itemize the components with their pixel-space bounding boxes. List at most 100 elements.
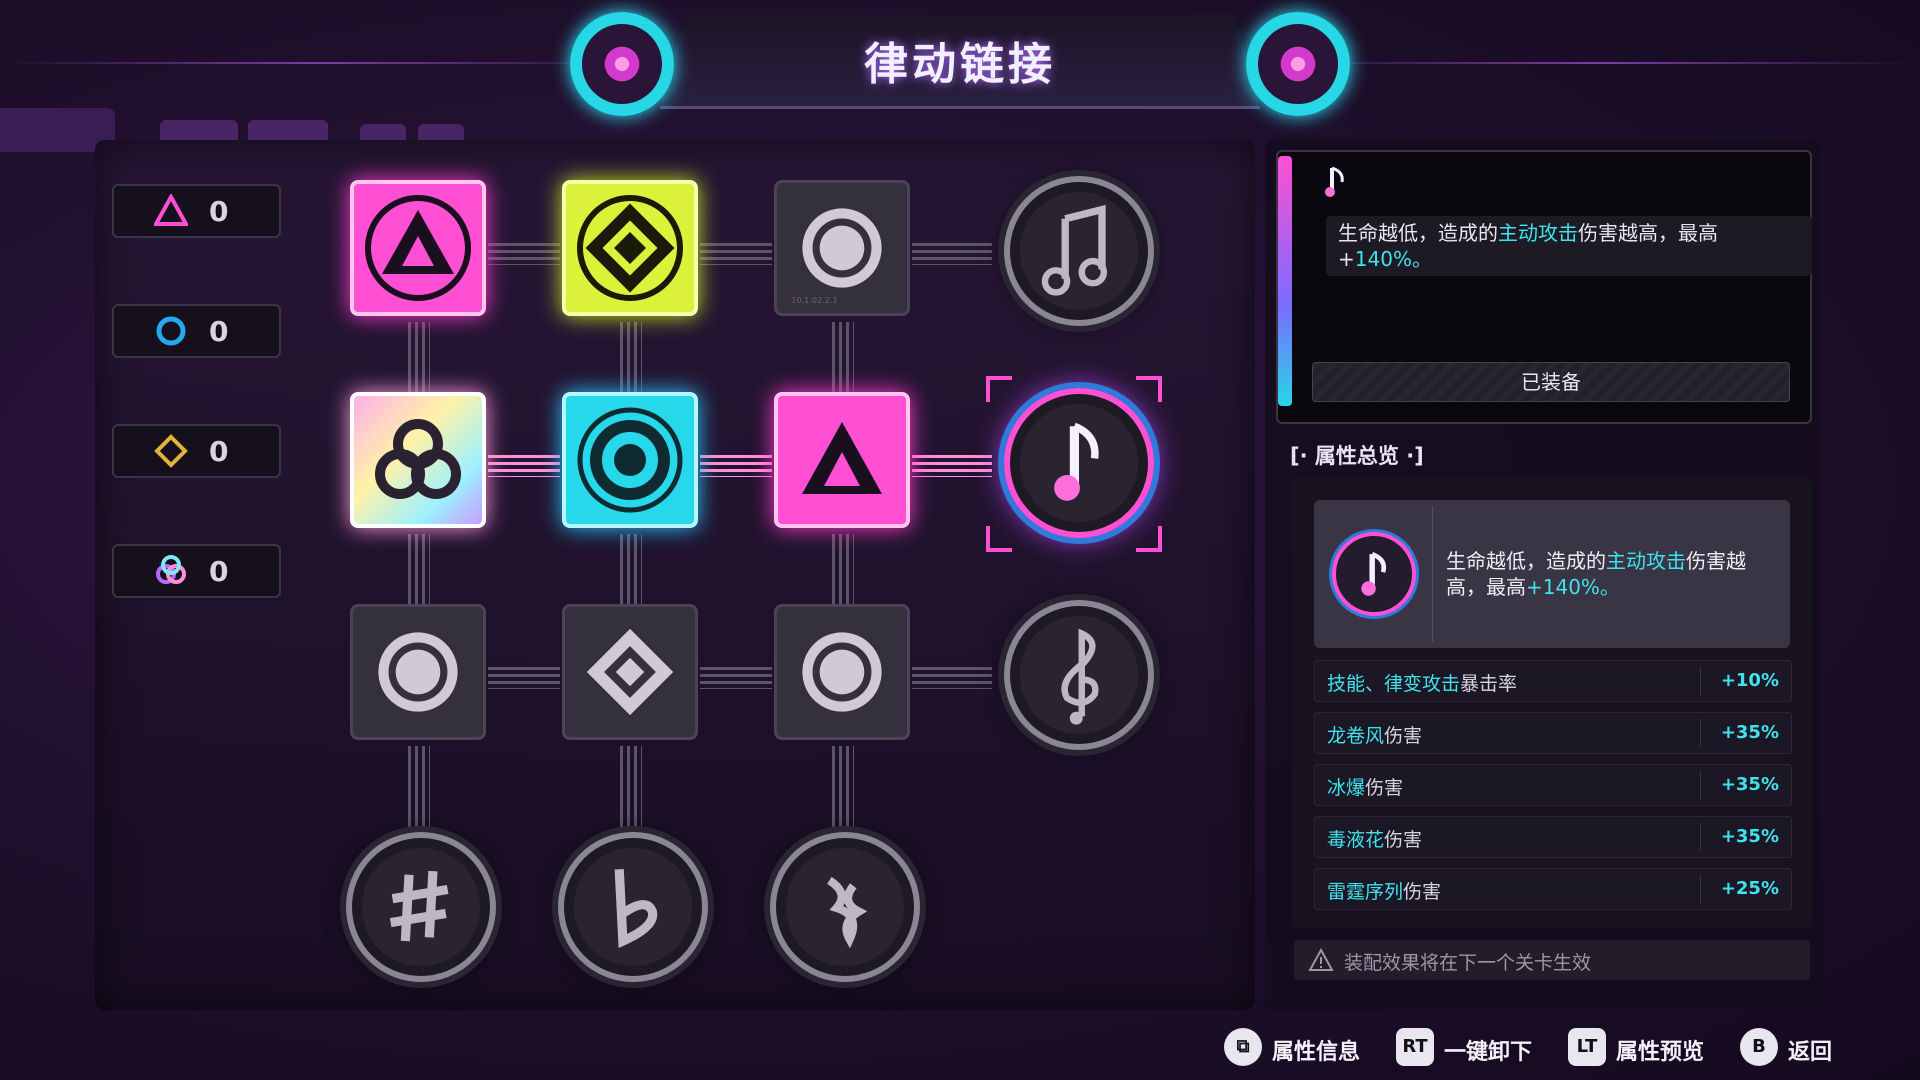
link-connector — [620, 534, 642, 608]
counter-value: 0 — [209, 315, 229, 348]
chip-triangle-tile[interactable] — [774, 392, 910, 528]
stat-name: 毒液花伤害 — [1327, 829, 1423, 851]
stat-row: 龙卷风伤害 +35% — [1314, 712, 1792, 754]
eighth-note-icon — [1361, 551, 1386, 596]
eighth-note-icon — [1325, 166, 1344, 197]
effect-value: +140%。 — [1526, 575, 1620, 599]
counter-value: 0 — [209, 435, 229, 468]
chip-triangle-tile[interactable] — [350, 180, 486, 316]
top-tab — [248, 120, 328, 142]
link-connector — [832, 746, 854, 828]
counter-tri-flower: 0 — [112, 544, 281, 598]
desc-highlight: 主动攻击 — [1498, 221, 1578, 245]
stat-value: +25% — [1720, 878, 1779, 899]
notice-bar: 装配效果将在下一个关卡生效 — [1294, 940, 1810, 980]
view-toggle-key-icon: ⧉ — [1224, 1028, 1262, 1066]
empty-ring-slot[interactable] — [774, 604, 910, 740]
link-connector — [832, 322, 854, 396]
effect-highlight: 主动攻击 — [1606, 549, 1686, 573]
treble-clef-disc[interactable] — [1004, 600, 1154, 750]
music-note-disc[interactable] — [1004, 176, 1154, 326]
selected-music-note-disc[interactable] — [1004, 388, 1154, 538]
selection-bracket — [986, 376, 1012, 402]
triangle-logo-icon — [802, 422, 882, 494]
equipped-button[interactable]: 已装备 — [1312, 362, 1790, 402]
header-line-right — [1280, 62, 1920, 64]
sharp-disc[interactable] — [346, 832, 496, 982]
link-connector-active — [700, 455, 772, 477]
stat-value: +35% — [1720, 722, 1779, 743]
music-note-icon — [1041, 204, 1108, 296]
counter-triangle: 0 — [112, 184, 281, 238]
link-connector-active — [488, 455, 560, 477]
title-ring-right-icon — [1246, 12, 1350, 116]
title-ring-left-icon — [570, 12, 674, 116]
hint-back[interactable]: B 返回 — [1740, 1028, 1850, 1068]
selection-bracket — [1136, 376, 1162, 402]
link-connector-active — [912, 455, 992, 477]
sharp-icon — [389, 870, 449, 942]
link-connector — [620, 746, 642, 828]
link-connector — [620, 322, 642, 396]
ring-icon — [802, 632, 882, 712]
rt-key-icon: RT — [1396, 1028, 1434, 1066]
link-connector — [408, 746, 430, 828]
effect-description: 生命越低，造成的主动攻击伤害越高，最高+140%。 — [1446, 548, 1776, 600]
chip-description: 生命越低，造成的主动攻击伤害越高，最高+140%。 — [1326, 216, 1812, 276]
diamond-logo-icon — [577, 195, 683, 301]
counter-diamond: 0 — [112, 424, 281, 478]
rest-disc[interactable] — [770, 832, 920, 982]
stat-name: 龙卷风伤害 — [1327, 725, 1423, 747]
triangle-logo-icon — [365, 195, 471, 301]
warning-icon — [1308, 948, 1334, 971]
stat-row: 冰爆伤害 +35% — [1314, 764, 1792, 806]
ring-icon — [156, 316, 186, 346]
stat-row: 毒液花伤害 +35% — [1314, 816, 1792, 858]
page-title: 律动链接 — [864, 39, 1056, 90]
chip-ring-tile[interactable] — [562, 392, 698, 528]
tile-caption: 10.1.02.2.1 — [791, 295, 837, 305]
lt-key-icon: LT — [1568, 1028, 1606, 1066]
stat-row: 技能、律变攻击暴击率 +10% — [1314, 660, 1792, 702]
eighth-note-icon — [1054, 422, 1099, 501]
chip-tri-flower-tile[interactable] — [350, 392, 486, 528]
link-connector — [488, 243, 560, 265]
effect-text: 生命越低，造成的 — [1446, 549, 1606, 573]
ring-icon — [577, 407, 683, 513]
stat-name: 冰爆伤害 — [1327, 777, 1404, 799]
link-connector — [700, 243, 772, 265]
link-connector — [912, 667, 992, 689]
selection-bracket — [1136, 526, 1162, 552]
hint-attribute-info[interactable]: ⧉ 属性信息 — [1224, 1028, 1374, 1068]
hint-unequip-all[interactable]: RT 一键卸下 — [1396, 1028, 1546, 1068]
stat-name: 雷霆序列伤害 — [1327, 881, 1442, 903]
b-key-icon: B — [1740, 1028, 1778, 1066]
hint-label: 一键卸下 — [1444, 1040, 1533, 1065]
link-connector — [488, 667, 560, 689]
ring-icon: 10.1.02.2.1 — [791, 208, 882, 305]
section-title: [· 属性总览 ·] — [1290, 444, 1424, 468]
flat-disc[interactable] — [558, 832, 708, 982]
counter-value: 0 — [209, 195, 229, 228]
ring-icon — [378, 632, 458, 712]
hint-label: 返回 — [1788, 1040, 1833, 1065]
hint-attribute-preview[interactable]: LT 属性预览 — [1568, 1028, 1718, 1068]
empty-ring-slot[interactable]: 10.1.02.2.1 — [774, 180, 910, 316]
link-connector — [700, 667, 772, 689]
link-connector — [832, 534, 854, 608]
link-connector — [912, 243, 992, 265]
stat-name: 技能、律变攻击暴击率 — [1327, 673, 1518, 695]
chip-diamond-tile[interactable] — [562, 180, 698, 316]
diamond-icon — [586, 628, 674, 716]
tri-flower-icon — [156, 555, 186, 584]
triangle-icon — [154, 194, 188, 226]
empty-ring-slot[interactable] — [350, 604, 486, 740]
card-side-strip — [1278, 156, 1292, 406]
effect-divider — [1432, 506, 1433, 642]
stat-value: +35% — [1720, 826, 1779, 847]
desc-value: 140%。 — [1354, 247, 1432, 271]
empty-diamond-slot[interactable] — [562, 604, 698, 740]
hint-label: 属性预览 — [1616, 1040, 1705, 1065]
header-line-left — [0, 62, 640, 64]
stat-row: 雷霆序列伤害 +25% — [1314, 868, 1792, 910]
